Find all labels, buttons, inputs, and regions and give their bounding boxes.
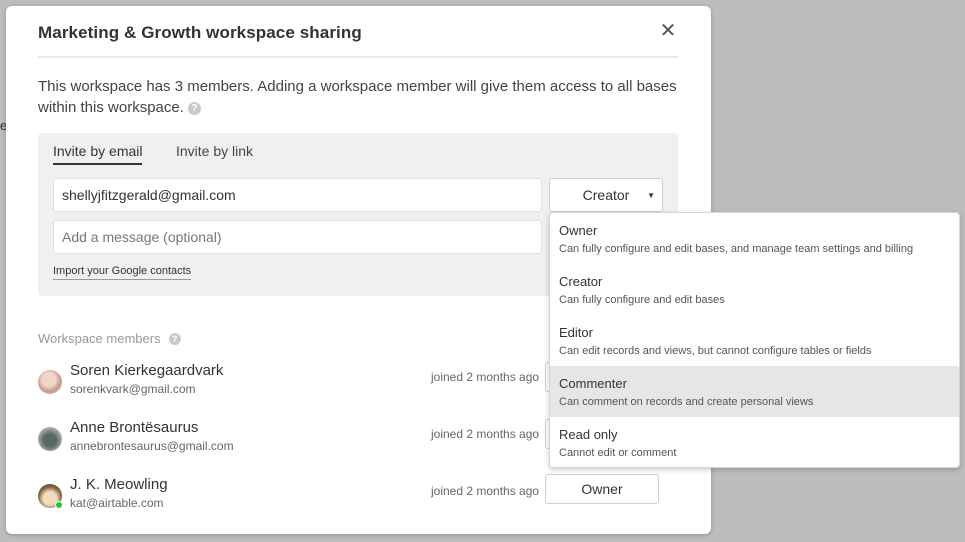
member-name: Anne Brontësaurus bbox=[70, 419, 199, 436]
avatar bbox=[38, 427, 62, 451]
member-joined: joined 2 months ago bbox=[431, 370, 540, 384]
role-option-editor[interactable]: Editor Can edit records and views, but c… bbox=[550, 315, 959, 366]
role-select-value: Creator bbox=[582, 187, 630, 203]
members-help-icon[interactable]: ? bbox=[168, 333, 181, 345]
email-input[interactable]: shellyjfitzgerald@gmail.com bbox=[53, 178, 542, 212]
role-option-description: Can fully configure and edit bases, and … bbox=[559, 243, 914, 255]
modal-title: Marketing & Growth workspace sharing bbox=[38, 23, 362, 42]
role-option-description: Cannot edit or comment bbox=[559, 447, 677, 459]
message-input[interactable]: Add a message (optional) bbox=[53, 220, 542, 254]
tab-invite-by-email[interactable]: Invite by email bbox=[53, 143, 143, 165]
title-divider bbox=[38, 56, 678, 58]
close-icon[interactable]: ✕ bbox=[658, 20, 678, 42]
member-row: J. K. Meowling kat@airtable.com joined 2… bbox=[38, 474, 678, 516]
member-role-button[interactable]: Owner bbox=[545, 474, 659, 504]
import-google-contacts-link[interactable]: Import your Google contacts bbox=[53, 265, 192, 280]
role-dropdown-menu: Owner Can fully configure and edit bases… bbox=[549, 212, 960, 468]
online-status-dot bbox=[55, 501, 63, 509]
role-option-read-only[interactable]: Read only Cannot edit or comment bbox=[550, 417, 959, 467]
role-option-owner[interactable]: Owner Can fully configure and edit bases… bbox=[550, 213, 959, 264]
role-option-title: Commenter bbox=[559, 376, 627, 391]
member-email: annebrontesaurus@gmail.com bbox=[70, 439, 234, 453]
help-icon[interactable]: ? bbox=[187, 102, 201, 115]
member-email: sorenkvark@gmail.com bbox=[70, 382, 196, 396]
role-option-title: Owner bbox=[559, 223, 598, 238]
role-option-commenter[interactable]: Commenter Can comment on records and cre… bbox=[550, 366, 959, 417]
member-joined: joined 2 months ago bbox=[431, 427, 540, 441]
member-name: J. K. Meowling bbox=[70, 476, 168, 493]
role-select[interactable]: Creator ▼ bbox=[549, 178, 663, 212]
caret-down-icon: ▼ bbox=[647, 191, 655, 200]
workspace-description: This workspace has 3 members. Adding a w… bbox=[38, 76, 688, 118]
members-heading-label: Workspace members bbox=[38, 331, 161, 346]
description-text: This workspace has 3 members. Adding a w… bbox=[38, 78, 677, 116]
avatar bbox=[38, 484, 63, 509]
role-option-title: Creator bbox=[559, 274, 603, 289]
member-email: kat@airtable.com bbox=[70, 496, 164, 510]
member-name: Soren Kierkegaardvark bbox=[70, 362, 224, 379]
member-joined: joined 2 months ago bbox=[431, 484, 540, 498]
role-option-description: Can fully configure and edit bases bbox=[559, 294, 725, 306]
role-option-description: Can comment on records and create person… bbox=[559, 396, 814, 408]
role-option-title: Editor bbox=[559, 325, 593, 340]
role-option-creator[interactable]: Creator Can fully configure and edit bas… bbox=[550, 264, 959, 315]
avatar bbox=[38, 370, 62, 394]
members-heading: Workspace members? bbox=[38, 331, 181, 346]
role-option-title: Read only bbox=[559, 427, 618, 442]
role-option-description: Can edit records and views, but cannot c… bbox=[559, 345, 872, 357]
tab-invite-by-link[interactable]: Invite by link bbox=[176, 143, 253, 163]
